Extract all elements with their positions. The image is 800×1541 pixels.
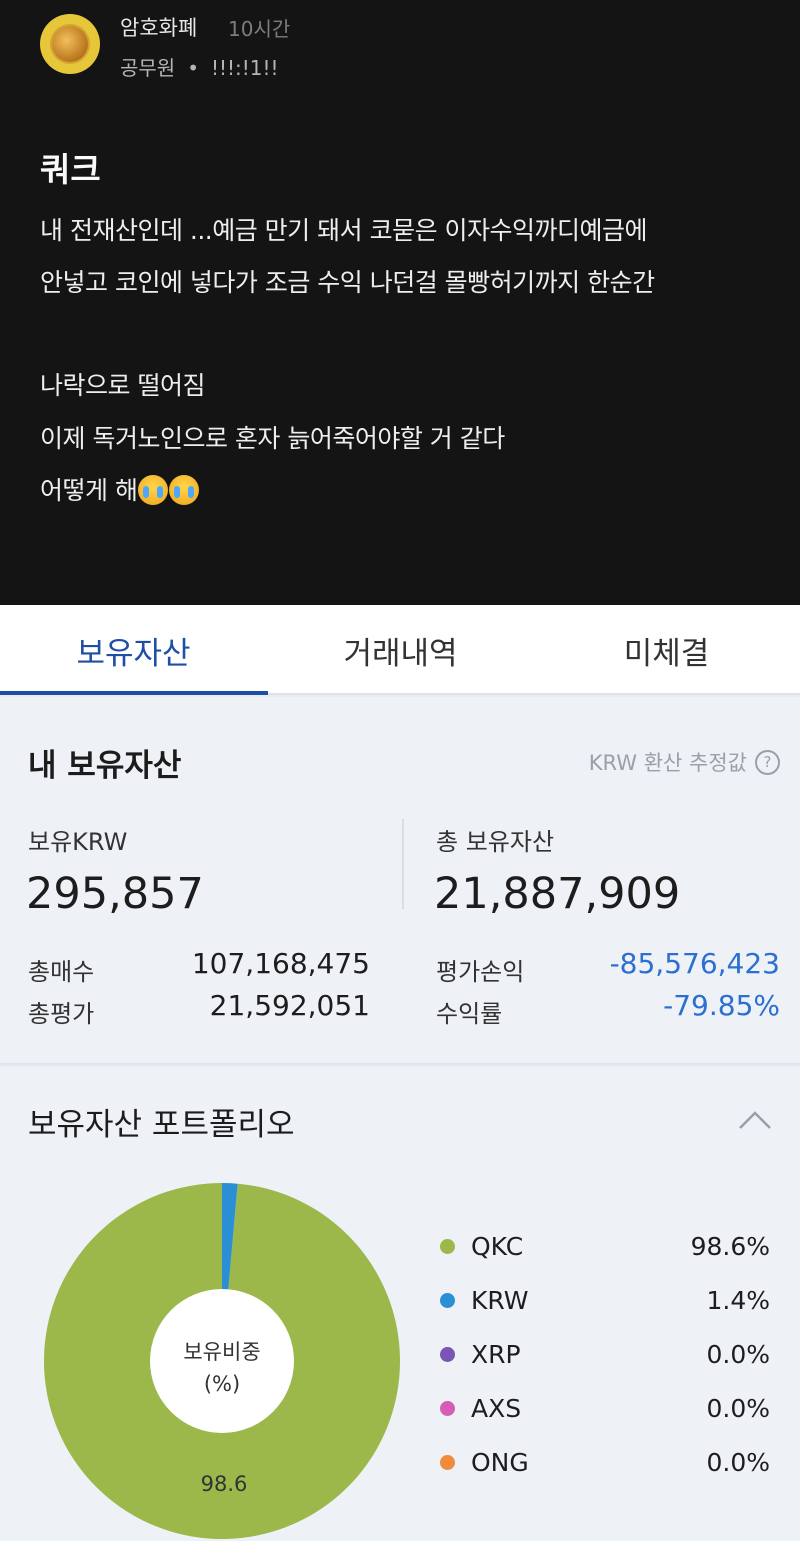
- legend-coin-percent: 0.0%: [706, 1447, 770, 1477]
- post-time: 10시간: [228, 17, 291, 41]
- krw-estimate-note[interactable]: KRW 환산 추정값 ?: [589, 747, 780, 777]
- section-title: 내 보유자산: [28, 748, 182, 784]
- post-body-text: 어떻게 해: [40, 476, 138, 505]
- post-body-line: 나락으로 떨어짐: [40, 371, 205, 400]
- post-body-line-last: 어떻게 해: [40, 471, 200, 507]
- board-name[interactable]: 암호화폐: [120, 12, 197, 42]
- total-assets-value: 21,887,909: [434, 869, 681, 919]
- legend-dot: [440, 1346, 455, 1362]
- legend-coin-name: XRP: [471, 1339, 521, 1369]
- krw-value: 295,857: [26, 869, 204, 919]
- legend-coin-percent: 0.0%: [706, 1339, 770, 1369]
- crying-face-icon: [138, 475, 169, 505]
- return-rate-label: 수익률: [436, 1000, 503, 1028]
- legend-dot: [440, 1400, 455, 1416]
- legend-item-qkc: QKC 98.6%: [440, 1231, 770, 1261]
- asset-tabs: 보유자산 거래내역 미체결: [0, 605, 800, 695]
- legend-dot: [440, 1292, 455, 1308]
- post-body-line: 안넣고 코인에 넣다가 조금 수익 나던걸 몰빵허기까지 한순간: [40, 268, 655, 297]
- tab-history[interactable]: 거래내역: [267, 605, 534, 695]
- legend-coin-percent: 1.4%: [706, 1285, 770, 1315]
- author-name[interactable]: 공무원: [120, 56, 175, 80]
- post-title: 쿼크: [40, 150, 101, 189]
- legend-coin-name: ONG: [471, 1447, 529, 1477]
- return-rate-value: -79.85%: [663, 989, 780, 1022]
- profit-loss-label: 평가손익: [436, 958, 525, 986]
- legend-item-xrp: XRP 0.0%: [440, 1339, 770, 1369]
- total-buy-value: 107,168,475: [191, 947, 370, 980]
- post-body-line: 이제 독거노인으로 혼자 늙어죽어야할 거 같다: [40, 424, 505, 453]
- legend-item-krw: KRW 1.4%: [440, 1285, 770, 1315]
- crying-face-icon: [169, 475, 200, 505]
- legend-coin-name: QKC: [471, 1231, 524, 1261]
- legend-coin-name: AXS: [471, 1393, 522, 1423]
- donut-center-unit: (%): [204, 1372, 240, 1396]
- total-assets-label: 총 보유자산: [436, 828, 555, 856]
- avatar[interactable]: [40, 14, 100, 74]
- coin-icon: [52, 26, 88, 62]
- tab-holdings[interactable]: 보유자산: [0, 605, 267, 695]
- active-tab-indicator: [0, 691, 268, 695]
- legend-dot: [440, 1454, 455, 1470]
- legend-dot: [440, 1238, 455, 1254]
- legend-item-ong: ONG 0.0%: [440, 1447, 770, 1477]
- total-buy-label: 총매수: [28, 958, 95, 986]
- portfolio-section: 보유자산 포트폴리오 보유비중 (%) 98.6 QKC 98.6% KRW 1.4%…: [0, 1067, 800, 1541]
- post-card: 암호화폐 10시간 공무원 • !!!:!1!! 쿼크 내 전재산인데 ...예금 …: [0, 0, 800, 605]
- krw-note-text: KRW 환산 추정값: [588, 751, 747, 775]
- portfolio-title: 보유자산 포트폴리오: [28, 1107, 295, 1143]
- author-meta: 공무원 • !!!:!1!!: [120, 52, 279, 81]
- holdings-summary: 내 보유자산 KRW 환산 추정값 ? 보유KRW 295,857 총 보유자산…: [0, 697, 800, 1065]
- tab-unfilled[interactable]: 미체결: [533, 605, 800, 695]
- column-divider: [402, 819, 404, 909]
- portfolio-donut-chart: 보유비중 (%) 98.6: [43, 1183, 401, 1539]
- profit-loss-value: -85,576,423: [609, 947, 780, 980]
- legend-coin-name: KRW: [471, 1285, 529, 1315]
- legend-item-axs: AXS 0.0%: [440, 1393, 770, 1423]
- total-eval-label: 총평가: [28, 1000, 95, 1028]
- krw-label: 보유KRW: [28, 828, 128, 856]
- legend-coin-percent: 98.6%: [690, 1231, 770, 1261]
- donut-center-label: 보유비중: [183, 1340, 260, 1364]
- slice-value-label: 98.6: [201, 1472, 248, 1496]
- legend-coin-percent: 0.0%: [706, 1393, 770, 1423]
- author-nickname: !!!:!1!!: [211, 56, 279, 80]
- help-icon[interactable]: ?: [755, 749, 780, 775]
- chevron-up-icon[interactable]: [738, 1109, 772, 1131]
- post-body-line: 내 전재산인데 ...예금 만기 돼서 코묻은 이자수익까디예금에: [40, 216, 648, 245]
- total-eval-value: 21,592,051: [209, 989, 370, 1022]
- meta-separator: •: [187, 56, 199, 80]
